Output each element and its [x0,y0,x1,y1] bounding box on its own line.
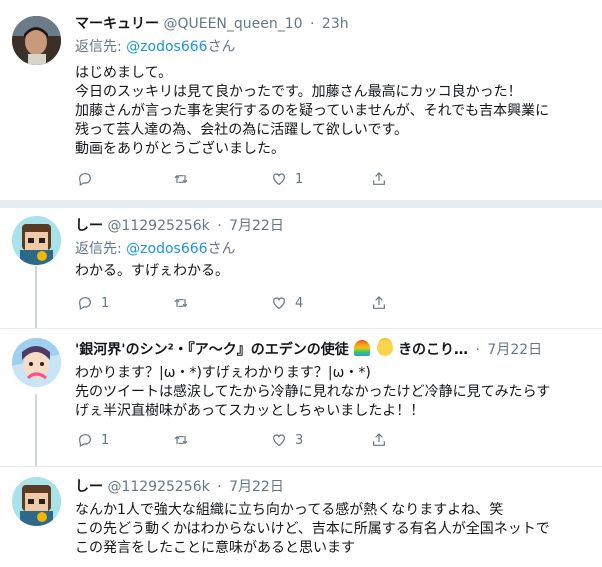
heart-icon [273,173,285,186]
tweet-text: わかる。すげぇわかる。 [75,263,229,279]
rainbow-icon [354,340,371,356]
share-icon [373,433,385,446]
tweet-header: しー @112925256k · 7月22日 [75,216,284,236]
reply-mention-link[interactable]: @zodos666 [126,241,207,257]
tweet-1[interactable]: マーキュリー @QUEEN_queen_10 · 23h 返信先: @zodos… [0,0,602,202]
tweet-header: '銀河界'のシン²・『ア～ク』のエデンの使徒 きのこり… · 7月22日 [75,340,542,360]
reply-count: 1 [101,432,110,448]
reply-button[interactable] [77,169,101,189]
user-handle[interactable]: @112925256k [107,218,209,234]
tweet-actions: 1 [75,169,395,189]
share-icon [373,172,385,185]
tweet-2[interactable]: しー @112925256k · 7月22日 返信先: @zodos666さん … [0,208,602,330]
timestamp[interactable]: 7月22日 [229,479,284,495]
reply-count: 1 [101,295,110,311]
retweet-icon [174,174,188,184]
retweet-button[interactable] [173,430,197,450]
heart-icon [273,434,285,447]
display-name-tail[interactable]: きのこり… [398,342,468,358]
display-name[interactable]: マーキュリー [75,16,159,32]
like-button[interactable]: 3 [271,430,303,450]
reply-to: 返信先: @zodos666さん [75,38,236,56]
like-button[interactable]: 4 [271,293,303,313]
avatar[interactable] [12,338,61,387]
tweet-divider [0,328,602,329]
like-button[interactable]: 1 [271,169,303,189]
reply-icon [79,297,91,311]
like-count: 4 [295,295,304,311]
tweet-text: なんか1人で強大な組織に立ち向かってる感が熱くなりますよね、笑 この先どう動くか… [75,502,550,556]
tweet-4[interactable]: しー @112925256k · 7月22日 なんか1人で強大な組織に立ち向かっ… [0,467,602,567]
separator-dot: · [217,218,222,234]
tweet-actions: 1 3 [75,430,395,450]
thread-line [35,266,37,328]
avatar[interactable] [12,477,61,526]
separator-dot: · [475,342,480,358]
reply-to-label: 返信先: [75,39,127,55]
user-handle[interactable]: @112925256k [107,479,209,495]
avatar[interactable] [12,16,61,65]
tweet-text: わかります？|ω・*)すげぇわかります？|ω・*) 先のツイートは感涙してたから… [75,365,551,419]
share-button[interactable] [371,430,387,450]
reply-button[interactable]: 1 [77,430,109,450]
retweet-icon [174,435,188,445]
heart-icon [273,297,285,310]
timestamp[interactable]: 7月22日 [229,218,284,234]
display-name[interactable]: しー [75,479,103,495]
tweet-header: マーキュリー @QUEEN_queen_10 · 23h [75,14,349,34]
separator-dot: · [310,16,315,32]
reply-icon [79,434,91,448]
display-name[interactable]: しー [75,218,103,234]
share-button[interactable] [371,169,387,189]
thread-line [35,394,37,466]
user-handle[interactable]: @QUEEN_queen_10 [163,16,302,32]
share-button[interactable] [371,293,387,313]
retweet-icon [174,298,188,308]
like-count: 3 [295,432,304,448]
display-name[interactable]: '銀河界'のシン²・『ア～ク』のエデンの使徒 [75,342,349,358]
tweet-header: しー @112925256k · 7月22日 [75,477,284,497]
tweet-actions: 1 4 [75,293,395,313]
reply-button[interactable]: 1 [77,293,109,313]
reply-to-suffix: さん [207,241,236,257]
separator-dot: · [217,479,222,495]
avatar[interactable] [12,216,61,265]
reply-to: 返信先: @zodos666さん [75,240,236,258]
timestamp[interactable]: 7月22日 [487,342,542,358]
reply-to-label: 返信先: [75,241,127,257]
section-divider [0,200,602,208]
reply-icon [79,173,91,187]
retweet-button[interactable] [173,293,197,313]
like-count: 1 [295,171,304,187]
retweet-button[interactable] [173,169,197,189]
timestamp[interactable]: 23h [322,16,349,32]
reply-mention-link[interactable]: @zodos666 [126,39,207,55]
reply-to-suffix: さん [207,39,236,55]
tweet-text: はじめまして。 今日のスッキリは見て良かったです。加藤さん最高にカッコ良かった！… [75,65,550,157]
share-icon [373,296,385,309]
tweet-3[interactable]: '銀河界'のシン²・『ア～ク』のエデンの使徒 きのこり… · 7月22日 わかり… [0,330,602,468]
angel-face-icon [376,340,393,356]
